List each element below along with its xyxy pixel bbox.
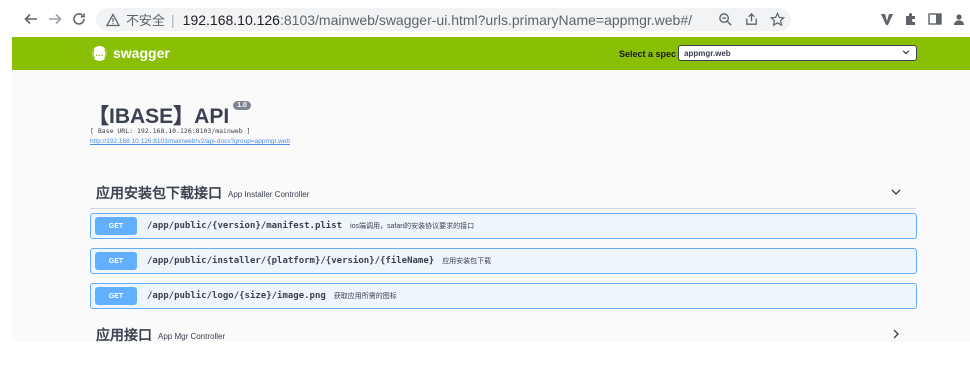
section-title: 应用安装包下载接口 [96,185,222,201]
section-title: 应用接口 [96,327,152,343]
chevron-right-icon[interactable] [890,328,902,340]
profile-icon[interactable] [952,12,966,26]
warning-icon[interactable] [106,12,120,27]
spec-select[interactable]: appmgr.web [678,45,917,61]
operation-path: /app/public/installer/{platform}/{versio… [147,256,435,266]
side-panel-icon[interactable] [928,12,942,26]
browser-toolbar: 不安全 | 192.168.10.126:8103/mainweb/swagge… [0,0,970,37]
back-icon[interactable] [20,8,42,30]
swagger-logo-icon: {…} [92,45,108,61]
operation-path: /app/public/{version}/manifest.plist [147,221,343,231]
section-description: App Installer Controller [228,190,310,199]
api-docs-link[interactable]: http://192.168.10.126:8103/mainweb/v2/ap… [90,138,290,145]
address-separator: | [171,11,175,28]
extension-v-icon[interactable] [880,12,894,26]
operation-summary: 获取应用所需的图标 [333,293,397,300]
chevron-down-icon[interactable] [890,186,902,198]
url-path: :8103/mainweb/swagger-ui.html?urls.prima… [279,11,693,28]
method-badge: GET [95,287,137,305]
section-header-app-installer[interactable]: 应用安装包下载接口 App Installer Controller [96,178,916,208]
chevron-down-icon [902,48,910,58]
swagger-topbar: {…} swagger Select a spec appmgr.web [12,37,970,70]
page-left-margin [0,37,12,372]
address-bar[interactable]: 不安全 | 192.168.10.126:8103/mainweb/swagge… [96,8,791,31]
bookmark-star-icon[interactable] [769,11,785,27]
section-divider [90,208,916,209]
operation-path: /app/public/logo/{size}/image.png [147,291,326,301]
method-badge: GET [95,217,137,235]
extensions-puzzle-icon[interactable] [904,12,918,26]
swagger-logo[interactable]: {…} swagger [92,45,170,61]
operation-get-manifest[interactable]: GET /app/public/{version}/manifest.plist… [90,213,917,239]
forward-icon[interactable] [44,8,66,30]
operation-get-installer[interactable]: GET /app/public/installer/{platform}/{ve… [90,248,917,274]
base-url: [ Base URL: 192.168.10.126:8103/mainweb … [90,127,251,135]
operation-get-logo[interactable]: GET /app/public/logo/{size}/image.png 获取… [90,283,917,309]
select-spec-label: Select a spec [619,49,677,59]
spec-select-value: appmgr.web [684,48,731,58]
section-header-app-mgr[interactable]: 应用接口 App Mgr Controller [96,320,916,350]
insecure-label: 不安全 [126,13,166,28]
reload-icon[interactable] [68,8,90,30]
api-title-text: 【IBASE】API [88,105,230,128]
version-badge: 1.0 [233,101,251,110]
api-title: 【IBASE】API 1.0 [88,100,251,130]
operation-summary: 应用安装包下载 [442,258,492,265]
operation-summary: ios端调用，safari的安装协议要求的接口 [350,223,475,230]
share-icon[interactable] [743,11,759,27]
swagger-logo-text: swagger [113,45,170,61]
section-description: App Mgr Controller [158,332,226,341]
method-badge: GET [95,252,137,270]
zoom-icon[interactable] [717,11,733,27]
url-host: 192.168.10.126 [182,11,280,28]
